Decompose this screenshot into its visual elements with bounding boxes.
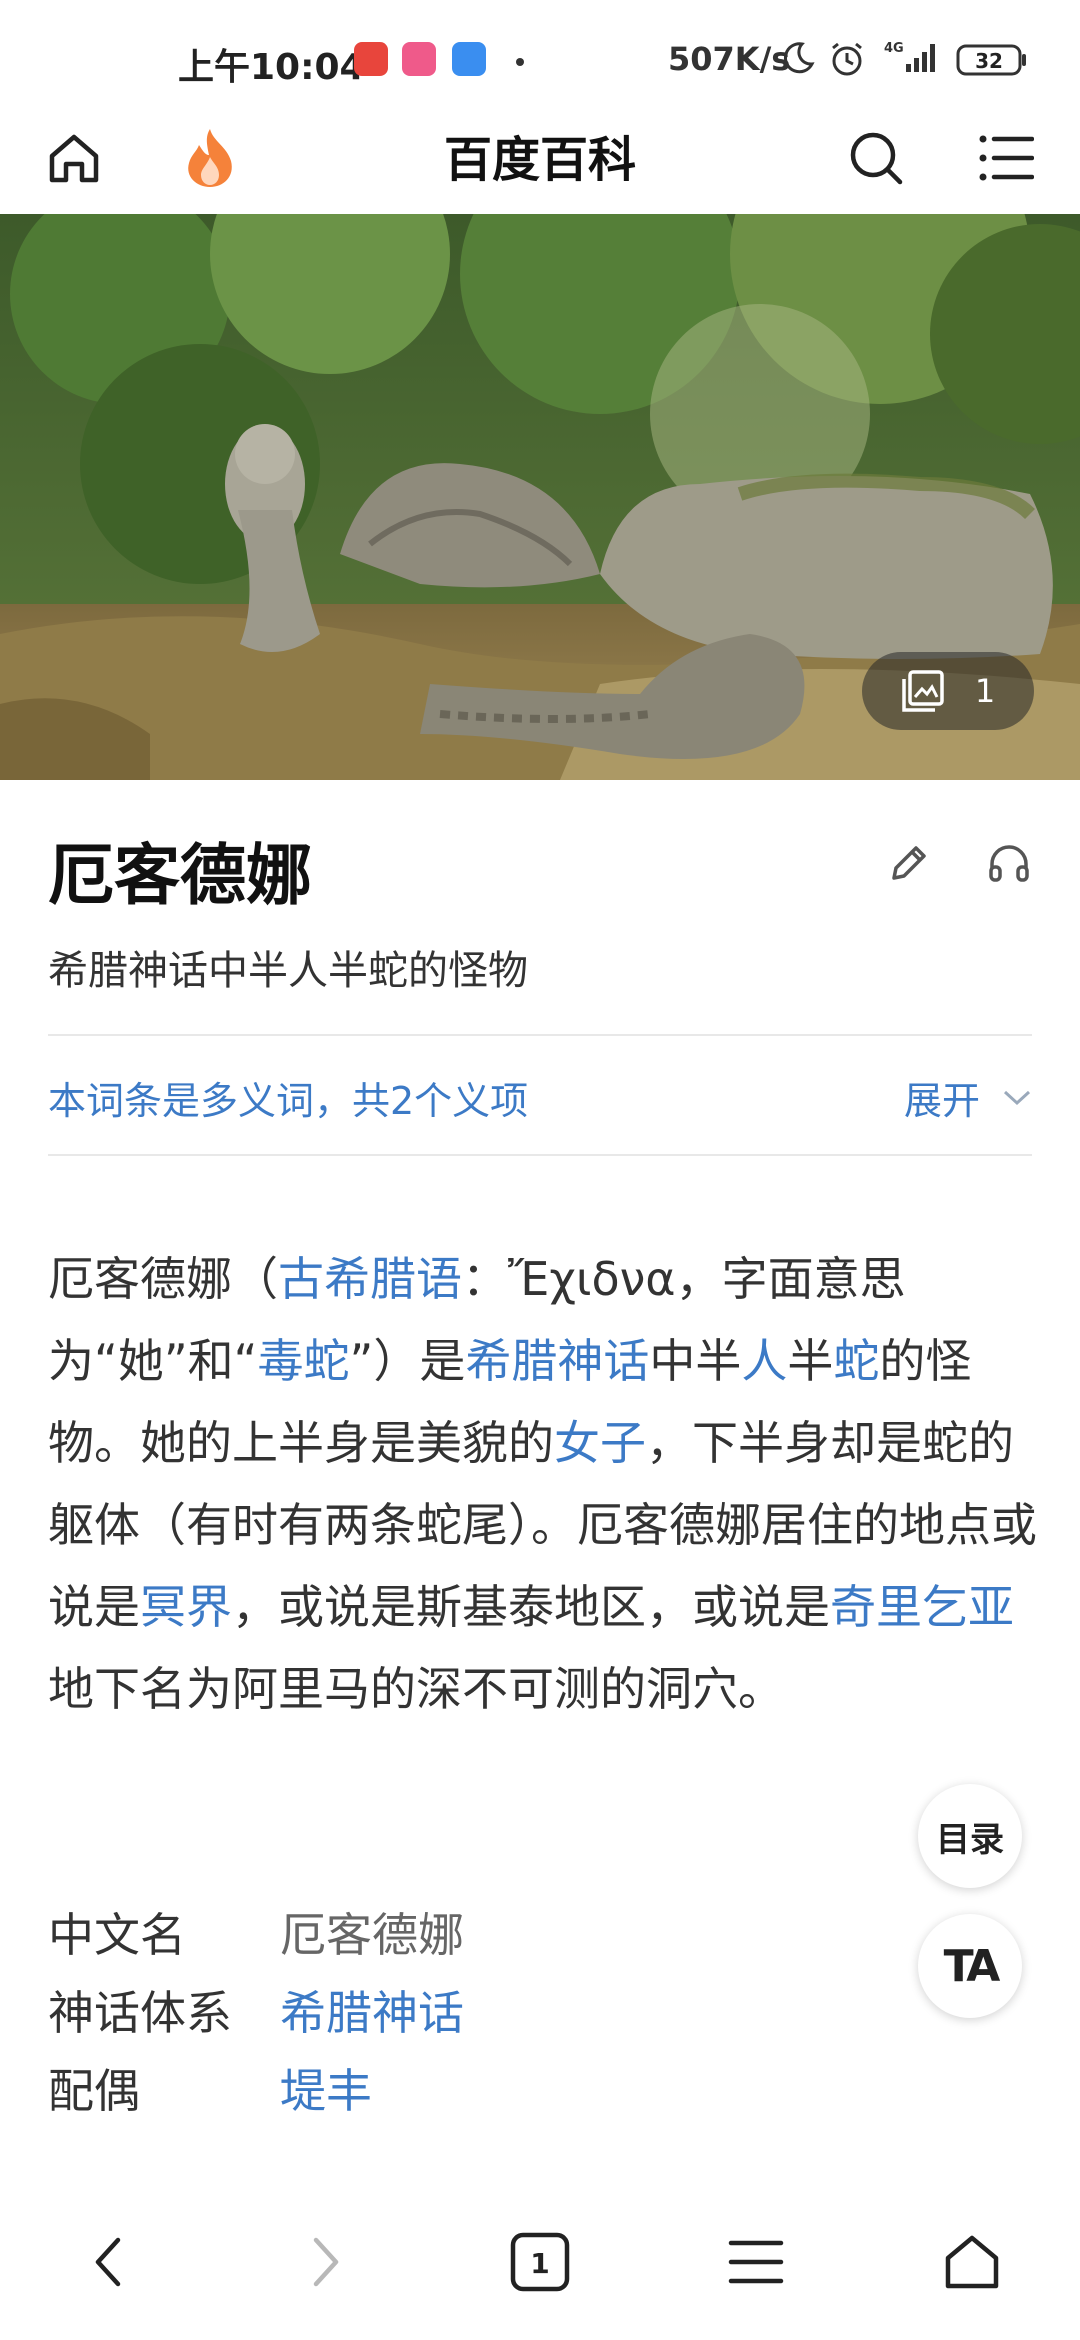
pencil-icon: [892, 846, 926, 880]
text-size-button[interactable]: TA: [918, 1914, 1022, 2018]
search-button[interactable]: [836, 118, 916, 198]
summary-link[interactable]: 古希腊语: [278, 1252, 462, 1306]
list-menu-icon: [979, 135, 1034, 181]
network-speed: 507K/s: [668, 40, 791, 78]
toc-button[interactable]: 目录: [918, 1784, 1022, 1888]
info-value-link[interactable]: 堤丰: [280, 2052, 372, 2130]
expand-toggle[interactable]: 展开: [904, 1070, 1032, 1125]
summary-text: 地下名为阿里马的深不可测的洞穴。: [48, 1662, 784, 1716]
browser-menu-button[interactable]: [706, 2212, 806, 2312]
summary-link[interactable]: 奇里乞亚: [830, 1580, 1014, 1634]
entry-subtitle: 希腊神话中半人半蛇的怪物: [48, 948, 528, 994]
chevron-left-icon: [95, 2237, 121, 2287]
top-nav: 百度百科: [0, 108, 1080, 215]
gallery-count: 1: [974, 672, 996, 710]
summary-text: 半: [787, 1334, 834, 1388]
summary-link[interactable]: 毒蛇: [258, 1334, 350, 1388]
summary-link[interactable]: 冥界: [140, 1580, 232, 1634]
info-key: 中文名: [48, 1908, 186, 1962]
app-notification-icon: [354, 42, 388, 76]
hamburger-icon: [728, 2240, 784, 2284]
page-title: 百度百科: [443, 132, 636, 188]
summary-link[interactable]: 希腊神话: [465, 1334, 649, 1388]
tabs-button[interactable]: 1: [490, 2212, 590, 2312]
search-icon: [850, 132, 903, 185]
summary-link[interactable]: 蛇: [833, 1334, 879, 1388]
chevron-right-icon: [313, 2237, 339, 2287]
message-notification-icon: [452, 42, 486, 76]
alarm-icon: [828, 40, 866, 82]
menu-button[interactable]: [966, 118, 1046, 198]
moon-icon: [780, 40, 816, 80]
gallery-badge[interactable]: 1: [862, 652, 1034, 730]
network-type-label: 4G: [884, 41, 904, 56]
info-row: 配偶 堤丰: [48, 2052, 464, 2130]
summary-text: ”）是: [349, 1334, 466, 1388]
status-time: 上午10:04: [178, 47, 365, 88]
status-bar: 上午10:04 507K/s 4G 32: [0, 0, 1080, 122]
battery-icon: 32: [956, 44, 1028, 80]
info-key: 配偶: [48, 2064, 140, 2118]
summary-link[interactable]: 女子: [554, 1416, 646, 1470]
polysemy-text: 本词条是多义词，共2个义项: [48, 1079, 529, 1123]
info-value-link[interactable]: 希腊神话: [280, 1974, 464, 2052]
expand-label: 展开: [903, 1079, 980, 1123]
headphones-icon: [989, 845, 1029, 882]
polysemy-row[interactable]: 本词条是多义词，共2个义项 展开: [48, 1034, 1032, 1156]
info-row: 神话体系 希腊神话: [48, 1974, 464, 2052]
bilibili-notification-icon: [402, 42, 436, 76]
gallery-icon: [902, 670, 944, 712]
tabs-icon: 1: [510, 2232, 570, 2292]
info-value: 厄客德娜: [280, 1908, 464, 1962]
hero-image[interactable]: 1: [0, 214, 1080, 780]
back-button[interactable]: [58, 2212, 158, 2312]
more-notifications-dot: [516, 58, 524, 66]
forward-button[interactable]: [276, 2212, 376, 2312]
chevron-down-icon: [1003, 1090, 1031, 1105]
edit-button[interactable]: [886, 840, 932, 890]
battery-level: 32: [975, 49, 1003, 73]
browser-bottom-bar: 1: [0, 2180, 1080, 2340]
summary-text: 中半: [649, 1334, 742, 1388]
summary-text: 厄客德娜（: [48, 1252, 278, 1306]
signal-icon: 4G: [884, 38, 944, 82]
info-box: 中文名 厄客德娜 神话体系 希腊神话 配偶 堤丰: [48, 1896, 464, 2130]
tab-count: 1: [530, 2247, 549, 2280]
info-key: 神话体系: [48, 1986, 232, 2040]
entry-title: 厄客德娜: [48, 837, 312, 914]
summary-text: ，或说是斯基泰地区，或说是: [232, 1580, 830, 1634]
home-outline-icon: [945, 2235, 999, 2289]
browser-home-button[interactable]: [922, 2212, 1022, 2312]
listen-button[interactable]: [986, 840, 1032, 890]
summary-paragraph: 厄客德娜（古希腊语：Ἔχιδνα，字面意思为“她”和“毒蛇”）是希腊神话中半人半…: [48, 1238, 1038, 1730]
summary-link[interactable]: 人: [741, 1334, 787, 1388]
info-row: 中文名 厄客德娜: [48, 1896, 464, 1974]
